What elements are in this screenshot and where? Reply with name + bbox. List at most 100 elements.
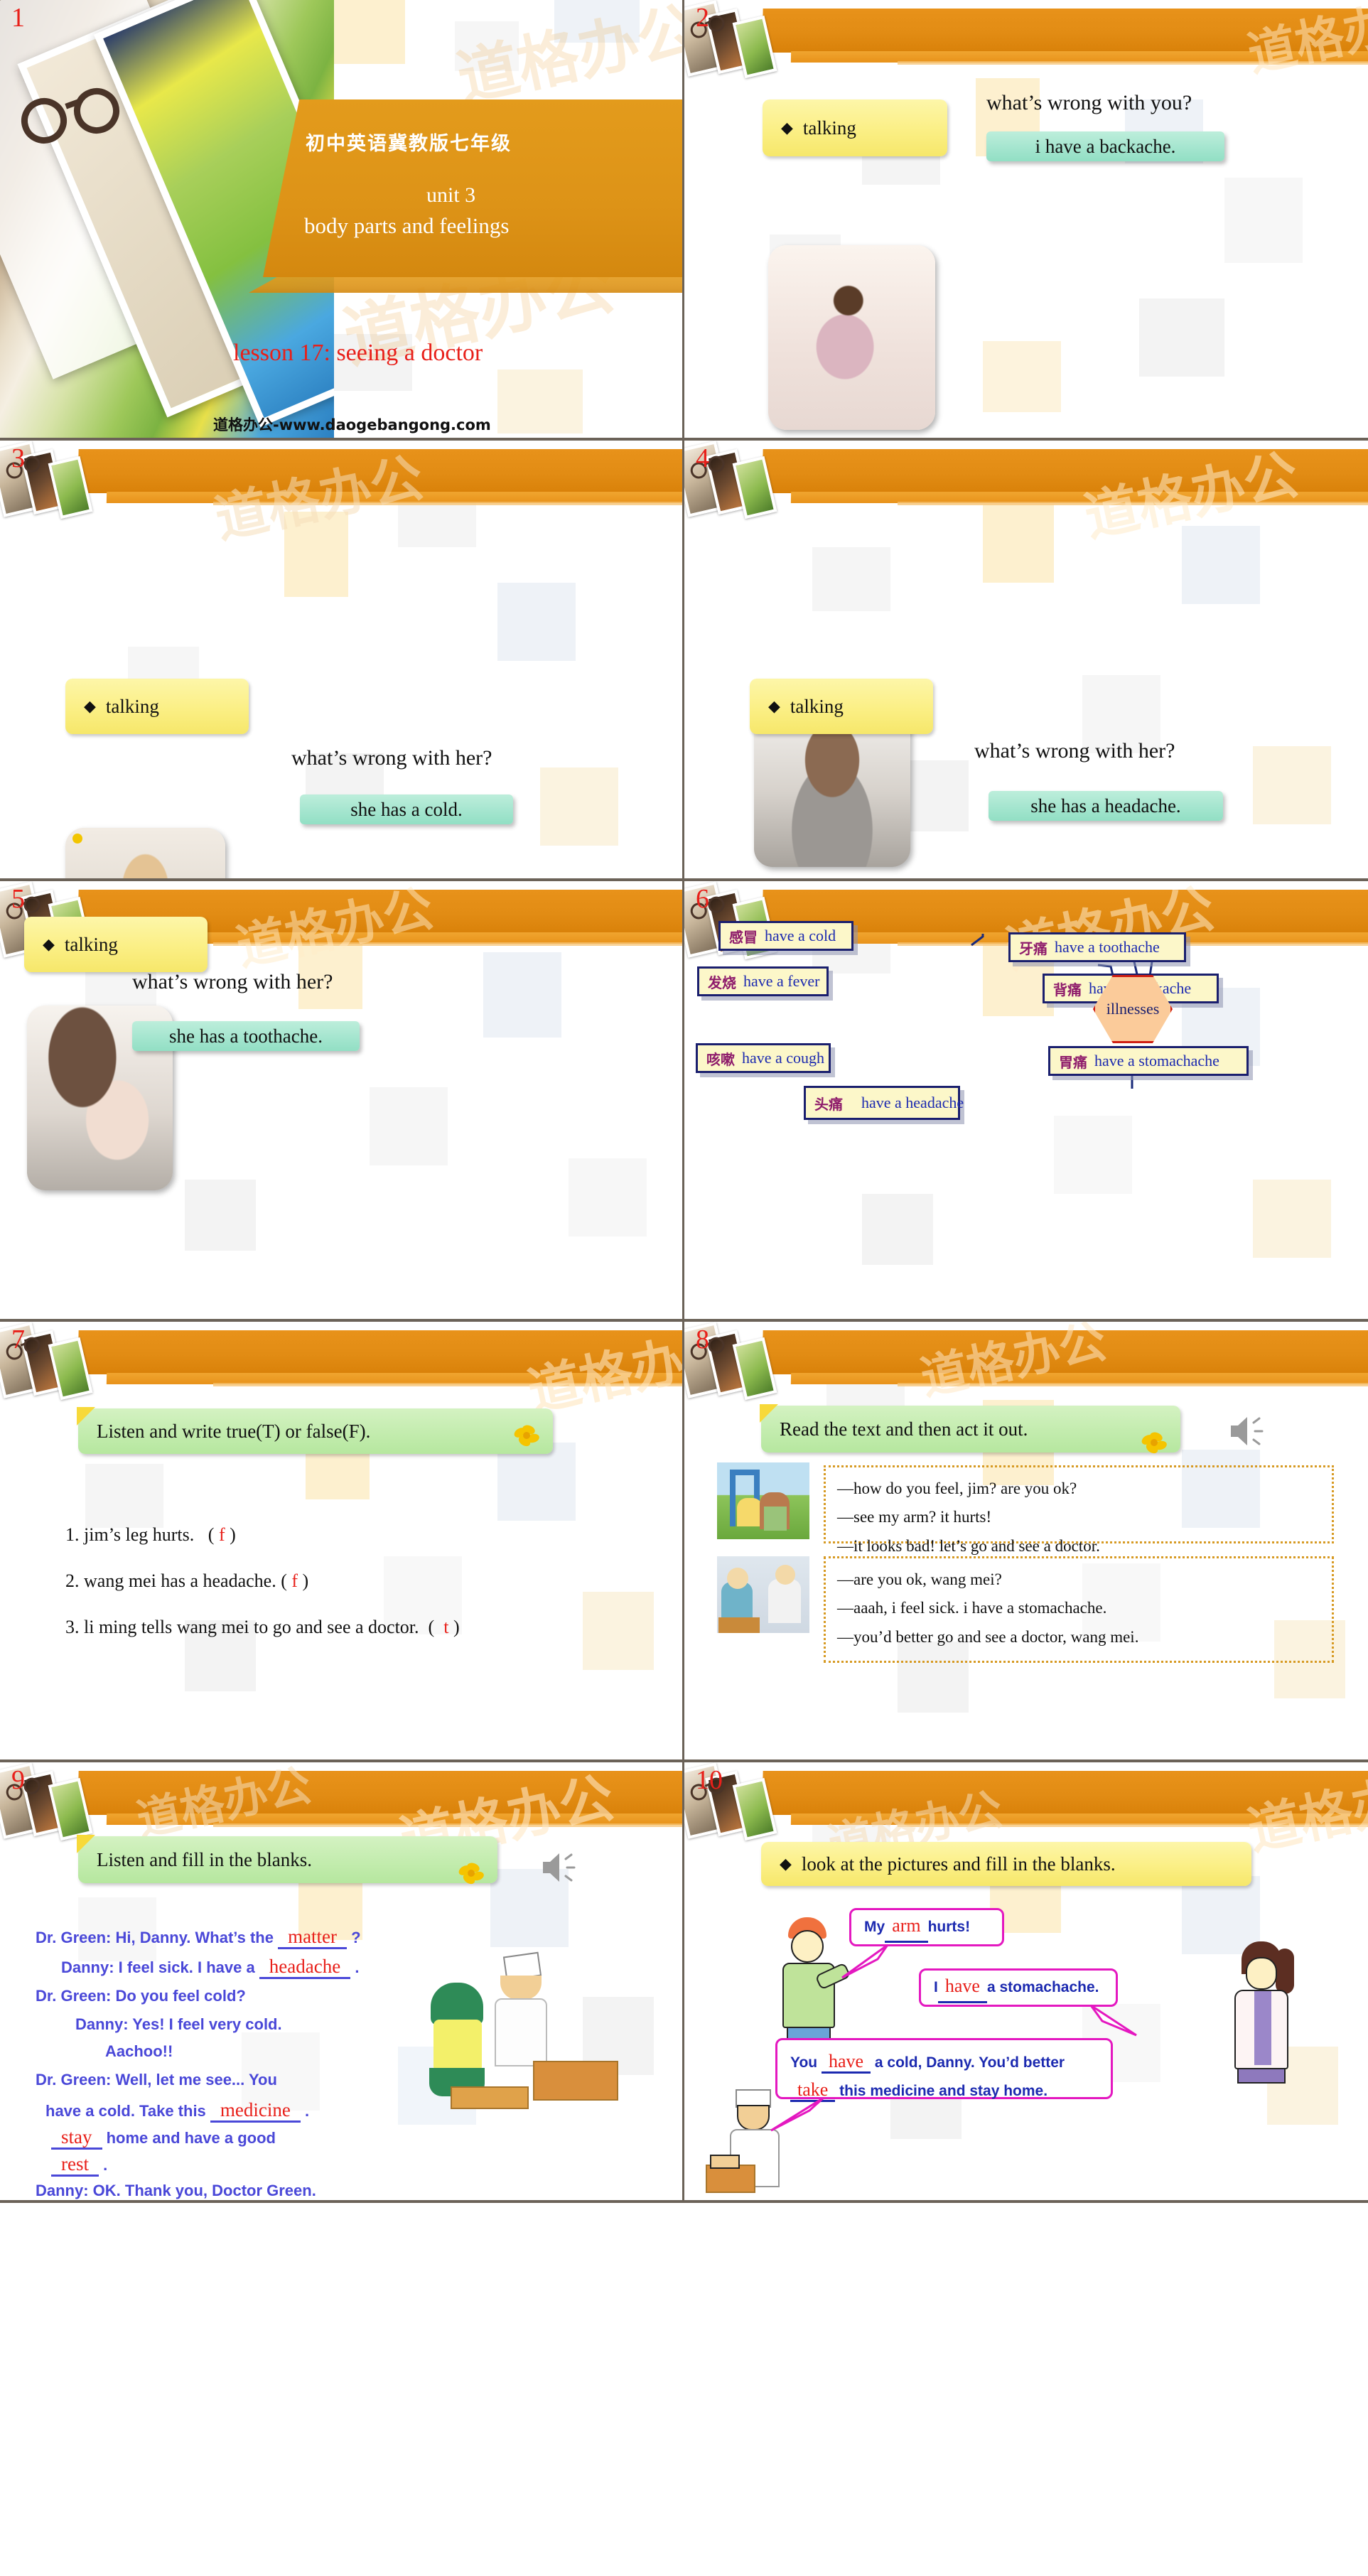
section-tag-label: Read the text and then act it out. [780, 1418, 1028, 1440]
header-band [0, 1771, 682, 1833]
section-tag-talking[interactable]: ◆ talking [24, 917, 208, 972]
tag-corner-icon [77, 1407, 95, 1426]
header-band [0, 449, 682, 512]
flower-icon [1141, 1432, 1167, 1454]
section-tag-listen-fill[interactable]: Listen and fill in the blanks. [77, 1835, 497, 1883]
section-tag-talking[interactable]: ◆ talking [65, 679, 249, 734]
tag-corner-icon [77, 1835, 95, 1853]
blank-answer: stay [51, 2126, 102, 2150]
section-tag-label: talking [790, 695, 844, 717]
section-tag-talking[interactable]: ◆ talking [750, 679, 933, 734]
section-tag-label: Listen and fill in the blanks. [97, 1848, 312, 1870]
true-false-answer: t [443, 1617, 449, 1637]
speech-bubble-stomachache: I have a stomachache. [919, 1968, 1118, 2007]
bubble-text: this medicine and stay home. [835, 2083, 1048, 2100]
dialogue-line-10: Danny: OK. Thank you, Doctor Green. [36, 2182, 316, 2199]
answer-text: she has a cold. [350, 798, 463, 820]
dialogue-text: . [98, 2156, 108, 2174]
mindmap-node-label-cn: 胃痛 [1059, 1053, 1087, 1071]
slide-2: 道格办公 ◆ talking what’s wrong with you? i … [684, 0, 1368, 441]
flower-icon [514, 1425, 539, 1447]
dialogue-text: Danny: I feel sick. I have a [61, 1958, 259, 1976]
dialogue-line-1: Dr. Green: Hi, Danny. What’s the matter … [36, 1926, 361, 1949]
true-false-answer: f [291, 1570, 298, 1591]
question-text: what’s wrong with you? [986, 91, 1192, 114]
speech-bubble-cold: You have a cold, Danny. You’d better tak… [775, 2038, 1113, 2103]
site-url: 道格办公-www.daogebangong.com [213, 416, 491, 433]
mindmap-node-headache: 头痛 have a headache [804, 1086, 964, 1120]
slide-number: 1 [11, 3, 25, 33]
answer-bubble: she has a cold. [300, 794, 513, 824]
comic-panel-2 [717, 1556, 809, 1633]
blank-answer: arm [885, 1912, 928, 1943]
unit-subtitle: body parts and feelings [304, 213, 510, 238]
slide-7: 道格办公 Listen and write true(T) or false(F… [0, 1322, 684, 1762]
diamond-bullet-icon: ◆ [768, 697, 780, 715]
mindmap-node-label-cn: 牙痛 [1019, 939, 1047, 957]
true-false-text: 2. wang mei has a headache. [65, 1570, 276, 1591]
section-tag-label: Listen and write true(T) or false(F). [97, 1420, 371, 1442]
section-tag-label: talking [802, 117, 856, 139]
answer-bubble: she has a headache. [989, 791, 1223, 821]
section-tag-label: talking [64, 933, 118, 955]
header-band [684, 1771, 1368, 1833]
diamond-bullet-icon: ◆ [780, 1855, 792, 1872]
dialogue-line: —aaah, i feel sick. i have a stomachache… [837, 1599, 1107, 1617]
section-tag-talking[interactable]: ◆ talking [763, 99, 947, 156]
answer-text: i have a backache. [1035, 135, 1176, 157]
bubble-tail [770, 2096, 825, 2132]
true-false-text: 3. li ming tells wang mei to go and see … [65, 1617, 419, 1637]
section-tag-listen-true-false[interactable]: Listen and write true(T) or false(F). [77, 1407, 553, 1454]
blank-answer: have [821, 2051, 871, 2074]
true-false-item-1: 1. jim’s leg hurts. ( f ) [65, 1524, 236, 1545]
mindmap-node-label-en: have a fever [743, 972, 820, 990]
photo-backache [768, 245, 935, 430]
slide-number: 2 [696, 3, 709, 33]
slide-10: 道格办公 道格办公 ◆ look at the pictures and fil… [684, 1762, 1368, 2203]
dialogue-line-6: Dr. Green: Well, let me see... You [36, 2071, 277, 2089]
section-tag-label: talking [105, 695, 159, 717]
dialogue-text: . [300, 2102, 310, 2120]
dialogue-line-3: Dr. Green: Do you feel cold? [36, 1987, 246, 2005]
slide-1: 道格办公 道格办公 初中英语冀教版七年级 unit 3 body parts a… [0, 0, 684, 441]
slide-9: 道格办公 道格办公 Listen and fill in the blanks.… [0, 1762, 684, 2203]
mindmap-node-cold: 感冒 have a cold [718, 921, 853, 951]
blank-answer: matter [278, 1926, 348, 1949]
mindmap-node-label-cn: 发烧 [708, 974, 736, 991]
dialogue-line-7: have a cold. Take this medicine . [45, 2099, 310, 2123]
flower-icon [458, 1863, 484, 1885]
slide-number: 8 [696, 1325, 709, 1354]
answer-text: she has a headache. [1030, 794, 1181, 817]
true-false-text: 1. jim’s leg hurts. [65, 1524, 195, 1545]
blank-answer: headache [259, 1956, 351, 1979]
diamond-bullet-icon: ◆ [781, 119, 793, 136]
mindmap-node-label-en: have a stomachache [1094, 1052, 1219, 1069]
dialogue-text: Dr. Green: Hi, Danny. What’s the [36, 1929, 279, 1946]
question-text: what’s wrong with her? [132, 970, 333, 993]
section-tag-read-act[interactable]: Read the text and then act it out. [760, 1404, 1180, 1453]
section-tag-look-fill[interactable]: ◆ look at the pictures and fill in the b… [761, 1842, 1251, 1886]
mindmap-node-label-cn: 头痛 [814, 1095, 843, 1113]
mindmap-node-label-cn: 感冒 [729, 928, 758, 946]
slide-5: 道格办公 ◆ talking what’s wrong with her? sh… [0, 881, 684, 1322]
title-panel-tail [249, 277, 682, 293]
header-band [684, 449, 1368, 512]
speaker-icon[interactable] [540, 1849, 583, 1886]
mindmap-node-cough: 咳嗽 have a cough [696, 1043, 831, 1073]
dialogue-line: —are you ok, wang mei? [837, 1570, 1002, 1588]
mindmap-node-label-en: have a cough [742, 1049, 825, 1067]
mindmap-node-label-en: have a toothache [1055, 938, 1160, 956]
dialogue-line-5: Aachoo!! [105, 2042, 173, 2060]
slide-deck: 道格办公 道格办公 初中英语冀教版七年级 unit 3 body parts a… [0, 0, 1368, 2576]
bubble-text: You [790, 2054, 822, 2071]
speaker-icon[interactable] [1228, 1413, 1271, 1450]
slide-number: 9 [11, 1765, 25, 1795]
unit-label: unit 3 [426, 183, 476, 207]
dialogue-text: ? [347, 1929, 361, 1946]
cartoon-girl [1224, 1941, 1310, 2105]
section-tag-label: look at the pictures and fill in the bla… [801, 1853, 1116, 1875]
course-title-cn: 初中英语冀教版七年级 [306, 133, 512, 155]
slide-6: 道格办公 illnesses 感冒 have a cold 牙痛 have a … [684, 881, 1368, 1322]
dialogue-line: —how do you feel, jim? are you ok? [837, 1480, 1077, 1497]
dialogue-box-2: —are you ok, wang mei? —aaah, i feel sic… [824, 1556, 1334, 1663]
